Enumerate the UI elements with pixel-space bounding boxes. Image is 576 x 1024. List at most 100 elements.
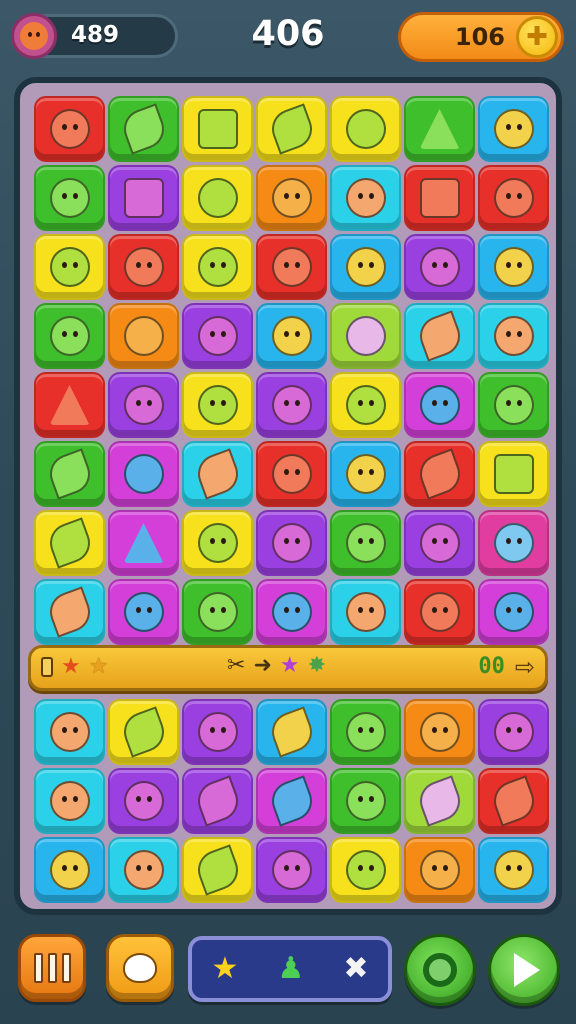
tri-icon	[419, 109, 460, 149]
tile[interactable]	[182, 441, 253, 507]
tile[interactable]	[182, 303, 253, 369]
tile[interactable]	[34, 372, 105, 438]
tile[interactable]	[478, 768, 549, 834]
plain-icon	[345, 316, 386, 356]
tile[interactable]	[182, 234, 253, 300]
tile[interactable]	[256, 699, 327, 765]
tile[interactable]	[34, 510, 105, 576]
tile[interactable]	[108, 372, 179, 438]
tile[interactable]	[330, 303, 401, 369]
tile[interactable]	[34, 768, 105, 834]
tile[interactable]	[330, 372, 401, 438]
tile[interactable]	[404, 837, 475, 903]
tile[interactable]	[330, 510, 401, 576]
tile[interactable]	[34, 96, 105, 162]
tile[interactable]	[182, 837, 253, 903]
tile[interactable]	[478, 699, 549, 765]
star-icon[interactable]: ★	[212, 954, 239, 984]
tile[interactable]	[330, 441, 401, 507]
tile[interactable]	[478, 165, 549, 231]
tile[interactable]	[108, 234, 179, 300]
pause-button[interactable]	[18, 934, 86, 1002]
tile[interactable]	[404, 234, 475, 300]
tile[interactable]	[404, 510, 475, 576]
person-icon[interactable]: ♟	[277, 954, 304, 984]
tile[interactable]	[34, 303, 105, 369]
tile[interactable]	[404, 768, 475, 834]
tile[interactable]	[404, 303, 475, 369]
tile[interactable]	[330, 699, 401, 765]
tile[interactable]	[34, 837, 105, 903]
creature-face-icon	[271, 178, 312, 218]
tile[interactable]	[256, 303, 327, 369]
leaf-icon	[265, 706, 318, 758]
tile[interactable]	[256, 96, 327, 162]
tile[interactable]	[330, 837, 401, 903]
tile[interactable]	[330, 165, 401, 231]
tile[interactable]	[404, 165, 475, 231]
tile[interactable]	[182, 96, 253, 162]
tile[interactable]	[404, 372, 475, 438]
tile[interactable]	[182, 165, 253, 231]
coin-icon[interactable]: ✚	[516, 16, 558, 58]
tile[interactable]	[182, 372, 253, 438]
tile[interactable]	[34, 579, 105, 645]
tile[interactable]	[404, 699, 475, 765]
hint-button[interactable]	[106, 934, 174, 1002]
tile[interactable]	[182, 579, 253, 645]
creature-face-icon	[123, 850, 164, 890]
tile[interactable]	[108, 96, 179, 162]
coins-panel[interactable]: 106 ✚	[398, 12, 564, 62]
tile[interactable]	[108, 303, 179, 369]
leaf-icon	[413, 448, 466, 500]
avatar[interactable]	[11, 13, 57, 59]
creature-face-icon	[49, 850, 90, 890]
tile[interactable]	[478, 837, 549, 903]
tile[interactable]	[182, 699, 253, 765]
tile[interactable]	[404, 579, 475, 645]
creature-face-icon	[493, 850, 534, 890]
tile[interactable]	[330, 234, 401, 300]
tile[interactable]	[478, 303, 549, 369]
tile[interactable]	[108, 699, 179, 765]
tile[interactable]	[108, 441, 179, 507]
tile[interactable]	[108, 510, 179, 576]
tile[interactable]	[108, 579, 179, 645]
tile[interactable]	[256, 441, 327, 507]
creature-face-icon	[49, 781, 90, 821]
tile[interactable]	[478, 234, 549, 300]
tile[interactable]	[256, 372, 327, 438]
play-button[interactable]	[488, 934, 560, 1006]
arrow-right-icon[interactable]: ⇨	[515, 655, 535, 679]
leaf-icon	[191, 448, 244, 500]
tile[interactable]	[34, 441, 105, 507]
tile[interactable]	[34, 165, 105, 231]
tile[interactable]	[330, 768, 401, 834]
tile[interactable]	[256, 837, 327, 903]
tile[interactable]	[404, 441, 475, 507]
tile[interactable]	[256, 579, 327, 645]
tile[interactable]	[108, 837, 179, 903]
tile[interactable]	[478, 510, 549, 576]
tile[interactable]	[108, 165, 179, 231]
tile[interactable]	[34, 234, 105, 300]
tile[interactable]	[256, 165, 327, 231]
tile[interactable]	[478, 579, 549, 645]
tile[interactable]	[182, 510, 253, 576]
tile[interactable]	[34, 699, 105, 765]
cross-icon[interactable]: ✖	[343, 954, 368, 984]
swirl-button[interactable]	[404, 934, 476, 1006]
creature-face-icon	[493, 178, 534, 218]
tile[interactable]	[256, 510, 327, 576]
combo-counter: 00	[478, 654, 505, 679]
tile[interactable]	[256, 234, 327, 300]
tile[interactable]	[478, 372, 549, 438]
tile[interactable]	[330, 579, 401, 645]
tile[interactable]	[108, 768, 179, 834]
tile[interactable]	[330, 96, 401, 162]
tile[interactable]	[478, 96, 549, 162]
tile[interactable]	[478, 441, 549, 507]
tile[interactable]	[182, 768, 253, 834]
tile[interactable]	[256, 768, 327, 834]
tile[interactable]	[404, 96, 475, 162]
